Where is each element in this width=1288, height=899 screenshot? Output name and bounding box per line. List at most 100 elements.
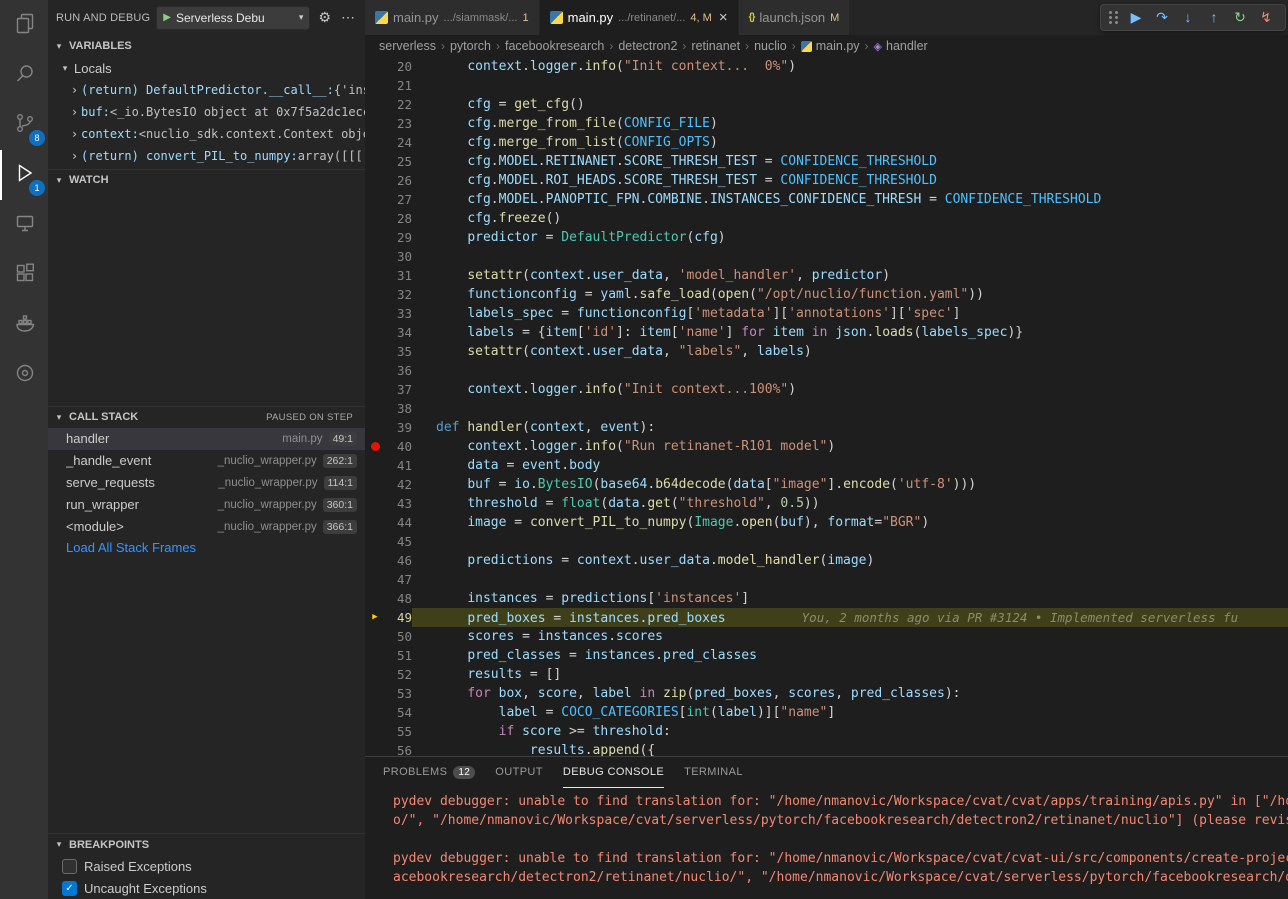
code-line[interactable]: 23 cfg.merge_from_file(CONFIG_FILE) <box>365 114 1288 133</box>
code-line[interactable]: 39def handler(context, event): <box>365 418 1288 437</box>
close-icon[interactable]: × <box>719 9 728 26</box>
code-line[interactable]: 24 cfg.merge_from_list(CONFIG_OPTS) <box>365 133 1288 152</box>
breakpoint-margin[interactable] <box>365 190 385 209</box>
variable-row[interactable]: ›context: <nuclio_sdk.context.Context ob… <box>48 123 365 145</box>
activity-search[interactable] <box>0 50 48 100</box>
editor-tab[interactable]: main.py.../siammask/...1 <box>365 0 540 35</box>
debug-config-dropdown[interactable]: ▶ Serverless Debu ▾ <box>156 6 310 30</box>
breakpoint-margin[interactable] <box>365 95 385 114</box>
checkbox[interactable]: ✓ <box>62 881 77 896</box>
code-line[interactable]: 55 if score >= threshold: <box>365 722 1288 741</box>
breakpoint-margin[interactable] <box>365 228 385 247</box>
breakpoints-section-header[interactable]: ▾ BREAKPOINTS <box>48 833 365 855</box>
breakpoint-margin[interactable] <box>365 665 385 684</box>
variable-row[interactable]: ›(return) convert_PIL_to_numpy: array([[… <box>48 145 365 167</box>
panel-tab-problems[interactable]: PROBLEMS12 <box>383 757 475 788</box>
breakpoint-margin[interactable] <box>365 475 385 494</box>
gear-icon[interactable]: ⚙ <box>316 9 333 26</box>
panel-tab-output[interactable]: OUTPUT <box>495 757 543 788</box>
stack-frame[interactable]: <module>_nuclio_wrapper.py366:1 <box>48 516 365 538</box>
breakpoint-margin[interactable] <box>365 627 385 646</box>
variable-row[interactable]: ›(return) DefaultPredictor.__call__: {'i… <box>48 79 365 101</box>
breakpoint-margin[interactable] <box>365 456 385 475</box>
code-line[interactable]: 36 <box>365 361 1288 380</box>
breakpoint-margin[interactable] <box>365 152 385 171</box>
breakpoint-item[interactable]: Raised Exceptions <box>48 855 365 877</box>
breadcrumb-item[interactable]: main.py <box>801 39 860 53</box>
breakpoint-margin[interactable] <box>365 323 385 342</box>
panel-tab-terminal[interactable]: TERMINAL <box>684 757 743 788</box>
breakpoint-margin[interactable] <box>365 741 385 756</box>
load-all-stack-frames-link[interactable]: Load All Stack Frames <box>48 538 365 558</box>
drag-handle-icon[interactable] <box>1107 10 1120 25</box>
breakpoint-margin[interactable] <box>365 114 385 133</box>
stack-frame[interactable]: serve_requests_nuclio_wrapper.py114:1 <box>48 472 365 494</box>
code-line[interactable]: 37 context.logger.info("Init context...1… <box>365 380 1288 399</box>
breadcrumb-item[interactable]: facebookresearch <box>505 39 604 53</box>
code-line[interactable]: 45 <box>365 532 1288 551</box>
code-line[interactable]: ▶49 pred_boxes = instances.pred_boxesYou… <box>365 608 1288 627</box>
editor-tab[interactable]: {}launch.jsonM <box>739 0 851 35</box>
code-line[interactable]: 29 predictor = DefaultPredictor(cfg) <box>365 228 1288 247</box>
code-line[interactable]: 32 functionconfig = yaml.safe_load(open(… <box>365 285 1288 304</box>
activity-disc[interactable] <box>0 350 48 400</box>
code-line[interactable]: 34 labels = {item['id']: item['name'] fo… <box>365 323 1288 342</box>
breakpoint-margin[interactable] <box>365 570 385 589</box>
breakpoint-margin[interactable] <box>365 76 385 95</box>
code-line[interactable]: 27 cfg.MODEL.PANOPTIC_FPN.COMBINE.INSTAN… <box>365 190 1288 209</box>
breakpoint-margin[interactable] <box>365 494 385 513</box>
breakpoint-item[interactable]: ✓Uncaught Exceptions <box>48 877 365 899</box>
code-line[interactable]: 26 cfg.MODEL.ROI_HEADS.SCORE_THRESH_TEST… <box>365 171 1288 190</box>
watch-section-header[interactable]: ▾ WATCH <box>48 169 365 191</box>
activity-extensions[interactable] <box>0 250 48 300</box>
stack-frame[interactable]: _handle_event_nuclio_wrapper.py262:1 <box>48 450 365 472</box>
breakpoint-margin[interactable] <box>365 684 385 703</box>
code-editor[interactable]: 20 context.logger.info("Init context... … <box>365 57 1288 756</box>
code-line[interactable]: 56 results.append({ <box>365 741 1288 756</box>
activity-remote-explorer[interactable] <box>0 200 48 250</box>
code-line[interactable]: 25 cfg.MODEL.RETINANET.SCORE_THRESH_TEST… <box>365 152 1288 171</box>
breakpoint-margin[interactable] <box>365 247 385 266</box>
variable-row[interactable]: ›buf: <_io.BytesIO object at 0x7f5a2dc1e… <box>48 101 365 123</box>
code-line[interactable]: 20 context.logger.info("Init context... … <box>365 57 1288 76</box>
editor-tab[interactable]: main.py.../retinanet/...4, M× <box>540 0 739 35</box>
breakpoint-margin[interactable] <box>365 703 385 722</box>
code-line[interactable]: 53 for box, score, label in zip(pred_box… <box>365 684 1288 703</box>
breakpoint-margin[interactable] <box>365 589 385 608</box>
breakpoint-margin[interactable] <box>365 304 385 323</box>
breakpoint-margin[interactable] <box>365 266 385 285</box>
code-line[interactable]: 54 label = COCO_CATEGORIES[int(label)]["… <box>365 703 1288 722</box>
code-line[interactable]: 21 <box>365 76 1288 95</box>
checkbox[interactable] <box>62 859 77 874</box>
code-line[interactable]: 35 setattr(context.user_data, "labels", … <box>365 342 1288 361</box>
breadcrumb-item[interactable]: nuclio <box>754 39 787 53</box>
code-line[interactable]: 46 predictions = context.user_data.model… <box>365 551 1288 570</box>
code-line[interactable]: 42 buf = io.BytesIO(base64.b64decode(dat… <box>365 475 1288 494</box>
breakpoint-margin[interactable] <box>365 418 385 437</box>
breakpoint-margin[interactable] <box>365 513 385 532</box>
breadcrumb-item[interactable]: pytorch <box>450 39 491 53</box>
code-line[interactable]: 51 pred_classes = instances.pred_classes <box>365 646 1288 665</box>
breadcrumb-item[interactable]: retinanet <box>691 39 740 53</box>
code-line[interactable]: 48 instances = predictions['instances'] <box>365 589 1288 608</box>
breakpoint-margin[interactable] <box>365 285 385 304</box>
step-into-icon[interactable]: ↓ <box>1175 5 1201 30</box>
breakpoint-margin[interactable] <box>365 532 385 551</box>
continue-icon[interactable]: ▶ <box>1123 5 1149 30</box>
activity-docker[interactable] <box>0 300 48 350</box>
code-line[interactable]: 52 results = [] <box>365 665 1288 684</box>
breakpoint-margin[interactable] <box>365 646 385 665</box>
scope-locals[interactable]: ▾ Locals <box>48 57 365 79</box>
code-line[interactable]: 38 <box>365 399 1288 418</box>
stack-frame[interactable]: handlermain.py49:1 <box>48 428 365 450</box>
panel-tab-debug-console[interactable]: DEBUG CONSOLE <box>563 757 664 788</box>
stack-frame[interactable]: run_wrapper_nuclio_wrapper.py360:1 <box>48 494 365 516</box>
breakpoint-margin[interactable] <box>365 209 385 228</box>
step-out-icon[interactable]: ↑ <box>1201 5 1227 30</box>
code-line[interactable]: 43 threshold = float(data.get("threshold… <box>365 494 1288 513</box>
code-line[interactable]: 40 context.logger.info("Run retinanet-R1… <box>365 437 1288 456</box>
breadcrumb-item[interactable]: ◈handler <box>874 39 928 53</box>
breakpoint-icon[interactable] <box>365 437 385 456</box>
code-line[interactable]: 22 cfg = get_cfg() <box>365 95 1288 114</box>
breakpoint-margin[interactable] <box>365 399 385 418</box>
